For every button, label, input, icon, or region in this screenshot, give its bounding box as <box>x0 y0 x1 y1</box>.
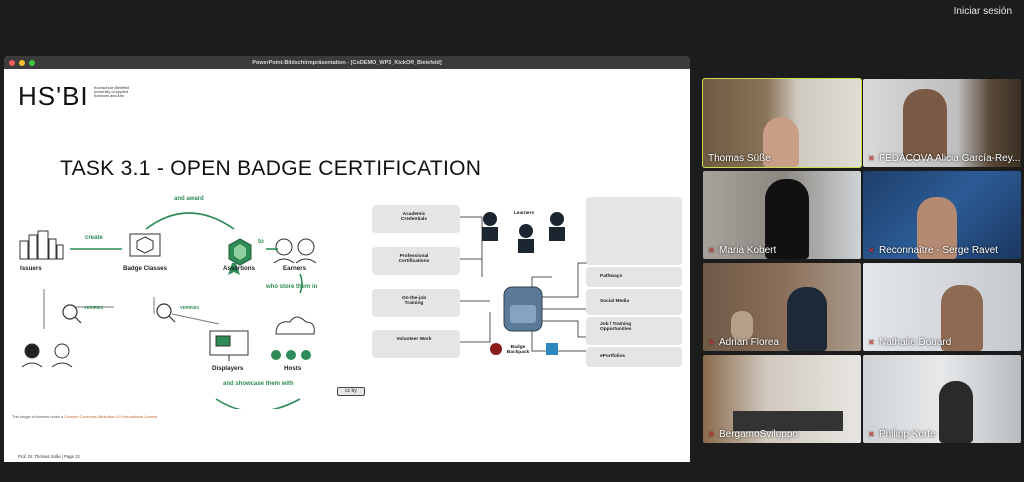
displayers-icon <box>209 330 249 361</box>
issuers-icon <box>19 230 64 260</box>
participant-name: ✕ FEDACOVA Alicia García-Rey... <box>868 153 1021 164</box>
to-label: to <box>258 238 264 245</box>
and-award-label: and award <box>174 196 204 202</box>
muted-mic-icon: ✕ <box>868 153 875 163</box>
participant-name: ✕ Reconnaître - Serge Ravet <box>868 245 998 256</box>
board-box <box>586 197 682 265</box>
assertions-label: Assertions <box>223 265 255 272</box>
hosts-icon <box>271 316 315 360</box>
powerpoint-window: PowerPoint-Bildschirmpräsentation - [CoD… <box>4 56 690 462</box>
license-prefix: This image is licensed under a <box>12 415 65 419</box>
verifiers-icon <box>21 343 73 368</box>
video-tile-nathalie[interactable]: ✕ Nathalie Douard <box>863 263 1021 351</box>
badge-classes-label: Badge Classes <box>123 265 168 272</box>
onthejob-label: On-the-job Training <box>401 296 427 307</box>
video-tile-fedacova[interactable]: ✕ FEDACOVA Alicia García-Rey... <box>863 79 1021 167</box>
participant-video <box>733 411 843 431</box>
participant-video <box>787 287 827 351</box>
eportfolios-label: ePortfolios <box>600 354 626 359</box>
open-badge-ecosystem-diagram <box>19 212 317 409</box>
and-showcase-label: and showcase them with <box>223 381 294 387</box>
video-tile-bergamo[interactable]: ✕ BergamoSviluppo <box>703 355 861 443</box>
participant-name: Thomas Süße <box>708 153 771 164</box>
video-tile-maria[interactable]: ✕ Maria Kobert <box>703 171 861 259</box>
screen: Iniciar sesión PowerPoint-Bildschirmpräs… <box>0 0 1024 482</box>
muted-mic-icon: ✕ <box>868 245 875 255</box>
slide: HS'BI Hochschule Bielefeld University of… <box>4 69 690 462</box>
slide-footer: Prof. Dr. Thomas Süße | Page 13 <box>18 454 80 459</box>
video-tile-philipp[interactable]: ✕ Philipp Korte <box>863 355 1021 443</box>
window-title: PowerPoint-Bildschirmpräsentation - [CoD… <box>252 59 442 66</box>
license-link[interactable]: Creative Commons Attribution 4.0 Interna… <box>64 415 158 419</box>
participant-name: ✕ Nathalie Douard <box>868 337 952 348</box>
muted-mic-icon: ✕ <box>708 429 715 439</box>
muted-mic-icon: ✕ <box>708 245 715 255</box>
issuers-label: Issuers <box>20 265 42 272</box>
create-label: create <box>85 235 103 241</box>
cc-license-badge: cc by <box>337 387 365 396</box>
participant-name: ✕ Adrian Florea <box>708 337 780 348</box>
professional-label: Professional Certifications <box>398 254 430 265</box>
muted-mic-icon: ✕ <box>868 337 875 347</box>
muted-mic-icon: ✕ <box>708 337 715 347</box>
participant-video <box>903 89 947 159</box>
job-opportunities-label: Job / Training Opportunities <box>600 322 632 333</box>
video-tile-thomas[interactable]: Thomas Süße <box>702 78 862 168</box>
participant-name: ✕ BergamoSviluppo <box>708 429 798 440</box>
verifies-label-1: VERIFIES <box>84 305 104 310</box>
earners-icon <box>273 238 317 264</box>
earners-label: Earners <box>283 265 307 272</box>
pathways-label: Pathways <box>600 274 623 279</box>
volunteer-label: Volunteer Work <box>396 337 432 342</box>
displayers-label: Displayers <box>212 365 244 372</box>
window-titlebar: PowerPoint-Bildschirmpräsentation - [CoD… <box>4 56 690 69</box>
credential-box-volunteer <box>372 330 460 358</box>
license-note: This image is licensed under a Creative … <box>12 415 158 419</box>
participant-video <box>939 381 973 443</box>
social-media-label: Social Media <box>600 299 630 304</box>
who-store-label: who store them in <box>266 284 318 290</box>
flow-arrows <box>70 212 303 409</box>
hosts-label: Hosts <box>284 365 302 372</box>
learners-label: Learners <box>513 211 535 216</box>
video-tile-adrian[interactable]: ✕ Adrian Florea <box>703 263 861 351</box>
participant-name: ✕ Maria Kobert <box>708 245 777 256</box>
verifies-label-2: VERIFIES <box>180 305 200 310</box>
participant-name: ✕ Philipp Korte <box>868 429 936 440</box>
muted-mic-icon: ✕ <box>868 429 875 439</box>
academic-label: Academic Credentials <box>400 212 428 223</box>
signin-link[interactable]: Iniciar sesión <box>954 6 1012 17</box>
badge-classes-icon <box>129 233 161 257</box>
backpack-label: Badge Backpack <box>506 345 530 356</box>
video-tile-reconnaitre[interactable]: ✕ Reconnaître - Serge Ravet <box>863 171 1021 259</box>
